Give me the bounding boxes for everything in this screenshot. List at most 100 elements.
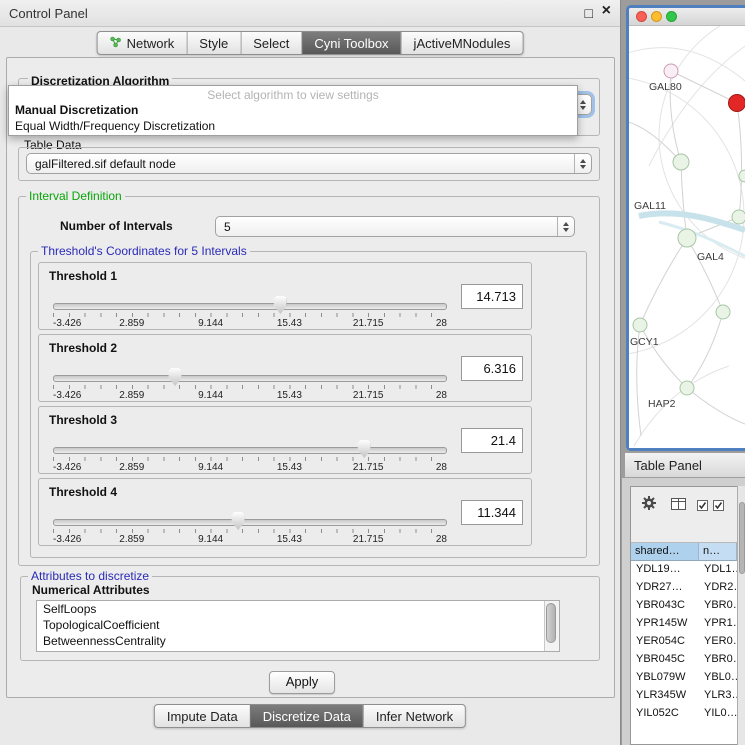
table-scrollbar[interactable] bbox=[737, 486, 745, 745]
tab-impute-data[interactable]: Impute Data bbox=[155, 705, 250, 727]
tab-label: Select bbox=[253, 36, 289, 51]
network-node[interactable] bbox=[680, 381, 694, 395]
select-checkbox-icon[interactable] bbox=[697, 498, 708, 516]
list-scrollbar[interactable] bbox=[544, 601, 559, 651]
columns-icon[interactable] bbox=[671, 497, 686, 515]
close-icon[interactable]: × bbox=[602, 3, 611, 19]
table-row[interactable]: YDL19…YDL1… bbox=[631, 561, 737, 579]
number-of-intervals-combobox[interactable]: 5 bbox=[215, 216, 575, 237]
node-table: shared… n… YDL19…YDL1…YDR27…YDR2…YBR043C… bbox=[631, 542, 737, 744]
node-label-gal11: GAL11 bbox=[634, 200, 666, 212]
attribute-list-item[interactable]: SelfLoops bbox=[37, 601, 559, 617]
tab-style[interactable]: Style bbox=[186, 32, 240, 54]
network-node[interactable] bbox=[732, 210, 745, 224]
tab-jactivemnodules[interactable]: jActiveMNodules bbox=[401, 32, 523, 54]
number-of-intervals-value: 5 bbox=[216, 217, 557, 236]
slider-track[interactable] bbox=[53, 303, 447, 310]
dropdown-option-manual-discretization[interactable]: Manual Discretization bbox=[9, 102, 577, 118]
table-row[interactable]: YLR345WYLR3… bbox=[631, 687, 737, 705]
table-row[interactable]: YDR27…YDR2… bbox=[631, 579, 737, 597]
attribute-list-item[interactable]: TopologicalCoefficient bbox=[37, 617, 559, 633]
thresholds-group-label: Threshold's Coordinates for 5 Intervals bbox=[38, 244, 250, 258]
numerical-attributes-list[interactable]: SelfLoopsTopologicalCoefficientBetweenne… bbox=[36, 600, 560, 652]
apply-button[interactable]: Apply bbox=[269, 671, 335, 694]
scale-tick-label: 28 bbox=[436, 462, 447, 473]
scale-tick-label: 15.43 bbox=[277, 390, 302, 401]
table-cell: YBR043C bbox=[631, 597, 699, 615]
scale-tick-label: 2.859 bbox=[119, 534, 144, 545]
table-cell: YIL0… bbox=[699, 705, 737, 723]
slider-thumb[interactable] bbox=[274, 296, 287, 314]
slider-thumb[interactable] bbox=[169, 368, 182, 386]
slider-thumb[interactable] bbox=[358, 440, 371, 458]
combobox-stepper-icon[interactable] bbox=[557, 217, 574, 236]
gear-icon[interactable] bbox=[641, 495, 657, 516]
bottom-tabs: Impute Data Discretize Data Infer Network bbox=[154, 704, 466, 728]
table-row[interactable]: YBL079WYBL0… bbox=[631, 669, 737, 687]
tab-label: Impute Data bbox=[167, 709, 238, 724]
network-node[interactable] bbox=[716, 305, 730, 319]
threshold-3-value-field[interactable] bbox=[461, 428, 523, 453]
scale-tick-label: -3.426 bbox=[53, 390, 81, 401]
network-node[interactable] bbox=[664, 64, 678, 78]
select-all-checkbox-icon[interactable] bbox=[713, 498, 724, 516]
table-row[interactable]: YBR045CYBR0… bbox=[631, 651, 737, 669]
network-node[interactable] bbox=[673, 154, 689, 170]
network-node[interactable] bbox=[633, 318, 647, 332]
float-window-icon[interactable]: □ bbox=[585, 5, 593, 21]
table-row[interactable]: YBR043CYBR0… bbox=[631, 597, 737, 615]
scale-tick-label: 9.144 bbox=[198, 390, 223, 401]
threshold-2-value-field[interactable] bbox=[461, 356, 523, 381]
combobox-stepper-icon[interactable] bbox=[574, 154, 591, 173]
table-header-row: shared… n… bbox=[631, 543, 737, 561]
tab-label: Infer Network bbox=[376, 709, 453, 724]
table-cell: YER0… bbox=[699, 633, 737, 651]
tab-select[interactable]: Select bbox=[240, 32, 301, 54]
dropdown-option-equal-width-frequency[interactable]: Equal Width/Frequency Discretization bbox=[9, 118, 577, 134]
dropdown-hint: Select algorithm to view settings bbox=[9, 86, 577, 102]
column-header-name[interactable]: n… bbox=[699, 543, 737, 561]
scale-tick-label: 2.859 bbox=[119, 390, 144, 401]
network-node[interactable] bbox=[739, 170, 745, 182]
tab-label: Network bbox=[127, 36, 175, 51]
tab-label: Style bbox=[199, 36, 228, 51]
window-minimize-icon[interactable] bbox=[651, 11, 662, 22]
threshold-1-slider[interactable]: -3.4262.8599.14415.4321.71528 bbox=[53, 299, 447, 329]
tab-discretize-data[interactable]: Discretize Data bbox=[250, 705, 363, 727]
node-label-gcy1: GCY1 bbox=[630, 336, 659, 348]
column-header-shared-name[interactable]: shared… bbox=[631, 543, 699, 561]
threshold-2-slider[interactable]: -3.4262.8599.14415.4321.71528 bbox=[53, 371, 447, 401]
attribute-list-item[interactable]: BetweennessCentrality bbox=[37, 633, 559, 649]
scrollbar-thumb[interactable] bbox=[546, 603, 556, 643]
network-node[interactable] bbox=[678, 229, 696, 247]
scrollbar-thumb[interactable] bbox=[739, 502, 745, 574]
thick-edge bbox=[639, 213, 745, 230]
threshold-4-value-field[interactable] bbox=[461, 500, 523, 525]
table-row[interactable]: YER054CYER0… bbox=[631, 633, 737, 651]
scale-tick-label: -3.426 bbox=[53, 462, 81, 473]
slider-track[interactable] bbox=[53, 447, 447, 454]
top-tabs: Network Style Select Cyni ToolboxjActiveMNo… bbox=[97, 31, 524, 55]
window-zoom-icon[interactable] bbox=[666, 11, 677, 22]
table-row[interactable]: YPR145WYPR1… bbox=[631, 615, 737, 633]
network-graph[interactable]: GAL80 GAL11 GAL4 GCY1 HAP2 bbox=[629, 26, 745, 448]
network-node-selected-red[interactable] bbox=[729, 95, 745, 112]
slider-track[interactable] bbox=[53, 519, 447, 526]
tab-cyni-toolbox[interactable]: Cyni Toolbox bbox=[301, 32, 400, 54]
network-canvas[interactable]: GAL80 GAL11 GAL4 GCY1 HAP2 bbox=[629, 26, 745, 448]
tab-infer-network[interactable]: Infer Network bbox=[363, 705, 465, 727]
up-arrow-icon bbox=[580, 100, 586, 104]
threshold-4-slider[interactable]: -3.4262.8599.14415.4321.71528 bbox=[53, 515, 447, 545]
threshold-2-panel: Threshold 2 -3.4262.8599.14415.4321.7152… bbox=[38, 334, 532, 402]
scale-tick-label: 15.43 bbox=[277, 534, 302, 545]
scale-tick-label: 21.715 bbox=[353, 390, 384, 401]
tab-network[interactable]: Network bbox=[98, 32, 187, 54]
threshold-3-slider[interactable]: -3.4262.8599.14415.4321.71528 bbox=[53, 443, 447, 473]
window-close-icon[interactable] bbox=[636, 11, 647, 22]
slider-track[interactable] bbox=[53, 375, 447, 382]
table-data-combobox[interactable]: galFiltered.sif default node bbox=[26, 153, 592, 174]
slider-thumb[interactable] bbox=[232, 512, 245, 530]
scale-tick-label: 2.859 bbox=[119, 318, 144, 329]
table-row[interactable]: YIL052CYIL0… bbox=[631, 705, 737, 723]
threshold-1-value-field[interactable] bbox=[461, 284, 523, 309]
